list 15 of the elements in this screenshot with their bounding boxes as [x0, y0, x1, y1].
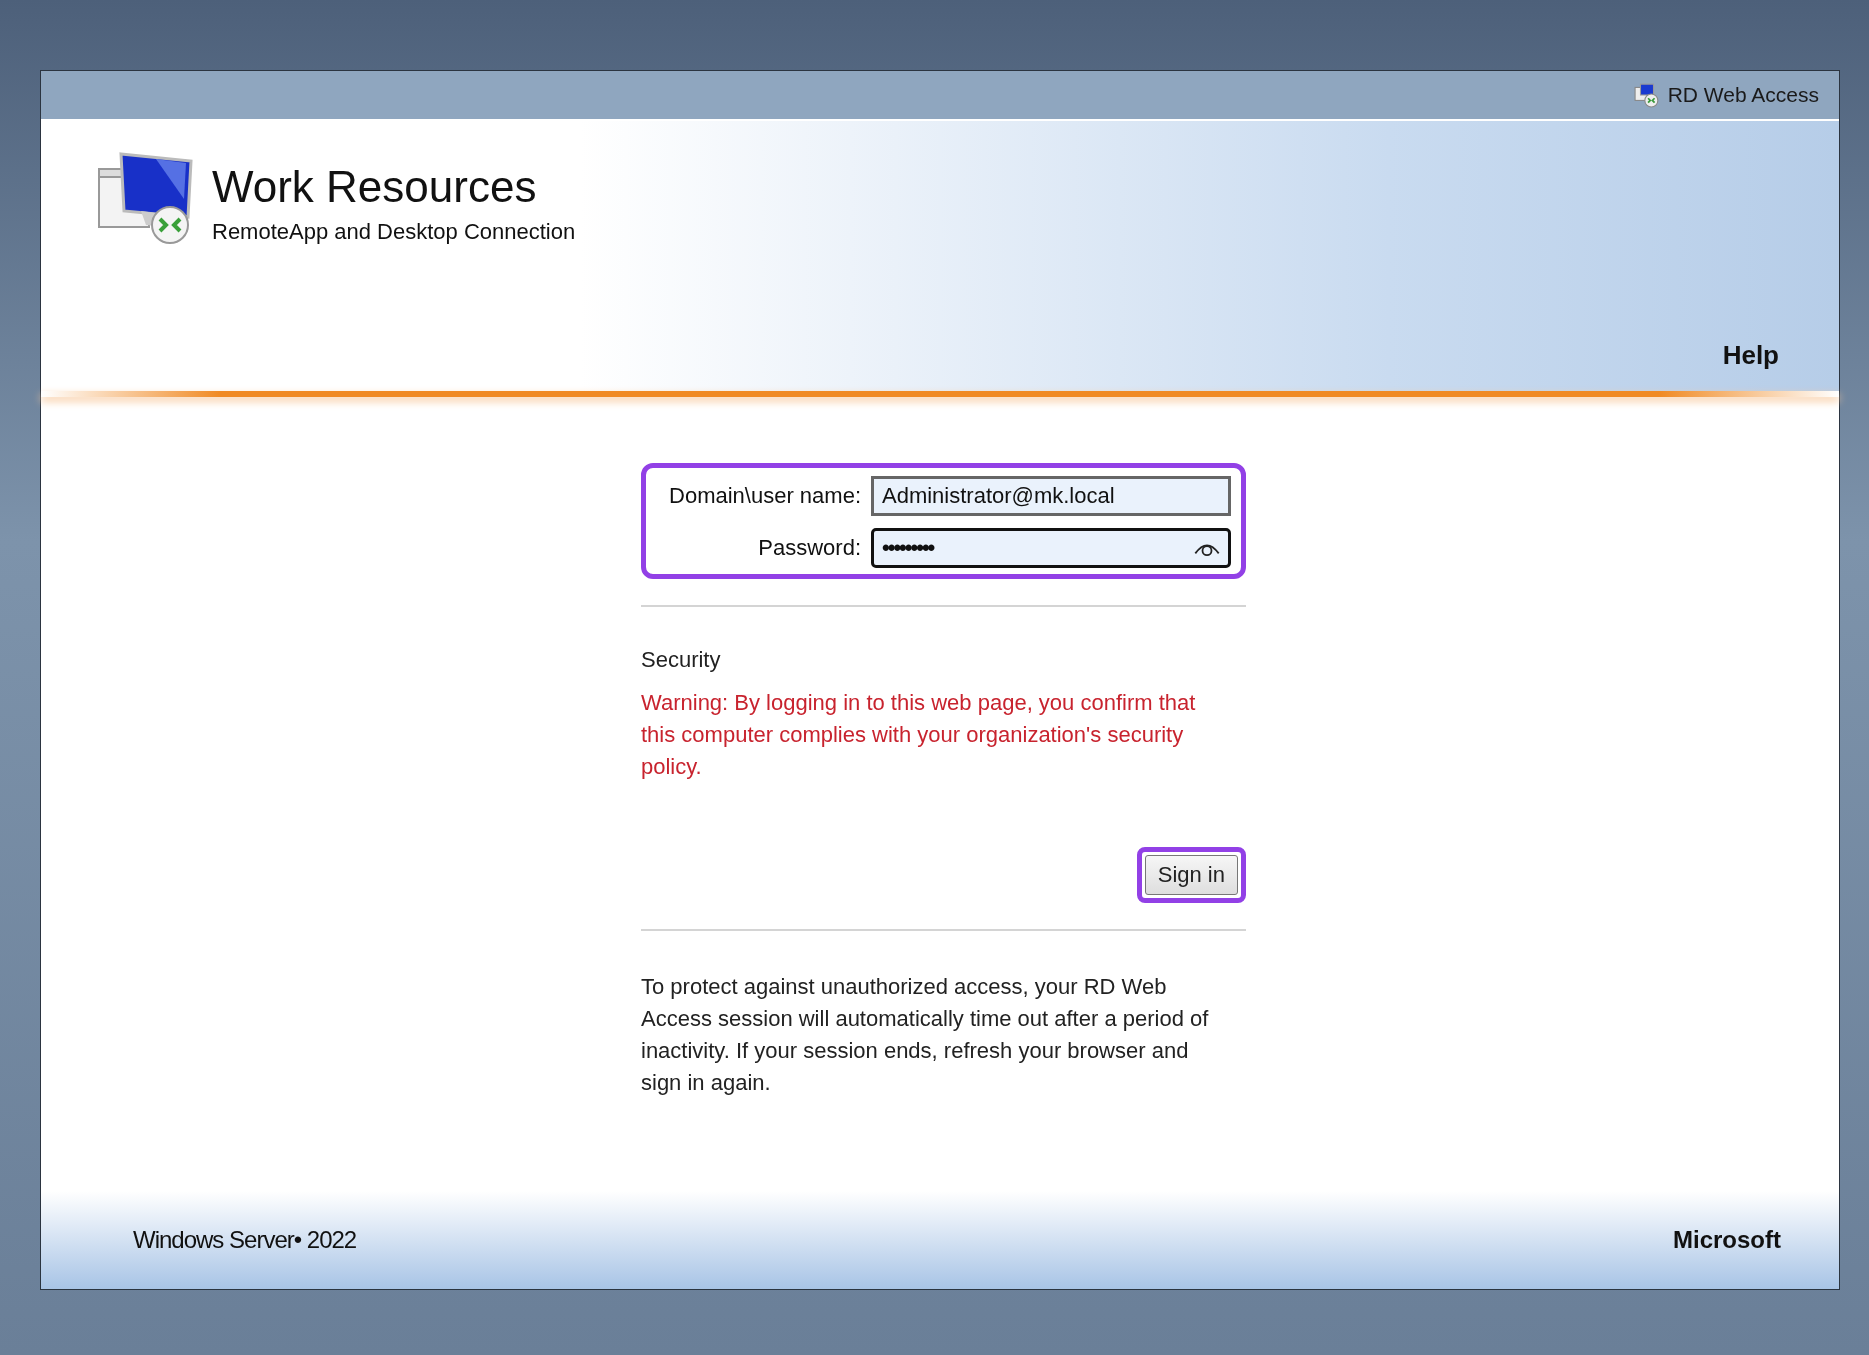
field-label: Password:	[757, 535, 861, 561]
page-title: Work Resources	[212, 161, 538, 213]
input-field[interactable]: Administrator@mk.local	[871, 476, 1231, 516]
page-subtitle: RemoteApp and Desktop Connection	[212, 219, 576, 245]
timeout-notice: To protect against unauthorized access, your RD Web Access session will automatically time out after a period of inactivity. If your session ends, refresh your browser and sign in again.	[641, 973, 1210, 1097]
top-bar-title: RD Web Access	[1667, 83, 1819, 107]
help-link[interactable]: Help	[1722, 340, 1779, 371]
vendor-name: Microsoft	[1673, 1226, 1781, 1254]
field-label: Domain\user name:	[668, 483, 861, 509]
sign-in-button[interactable]: Sign in	[1144, 855, 1238, 895]
security-warning: Warning: By logging in to this web page, you confirm that this computer complies with your organization's security policy.	[641, 689, 1197, 781]
security-heading: Security	[641, 647, 722, 673]
product-name: Windows Server• 2022	[133, 1226, 357, 1254]
input-field[interactable]: •••••••••	[871, 528, 1231, 568]
remote-desktop-icon	[1633, 82, 1660, 108]
